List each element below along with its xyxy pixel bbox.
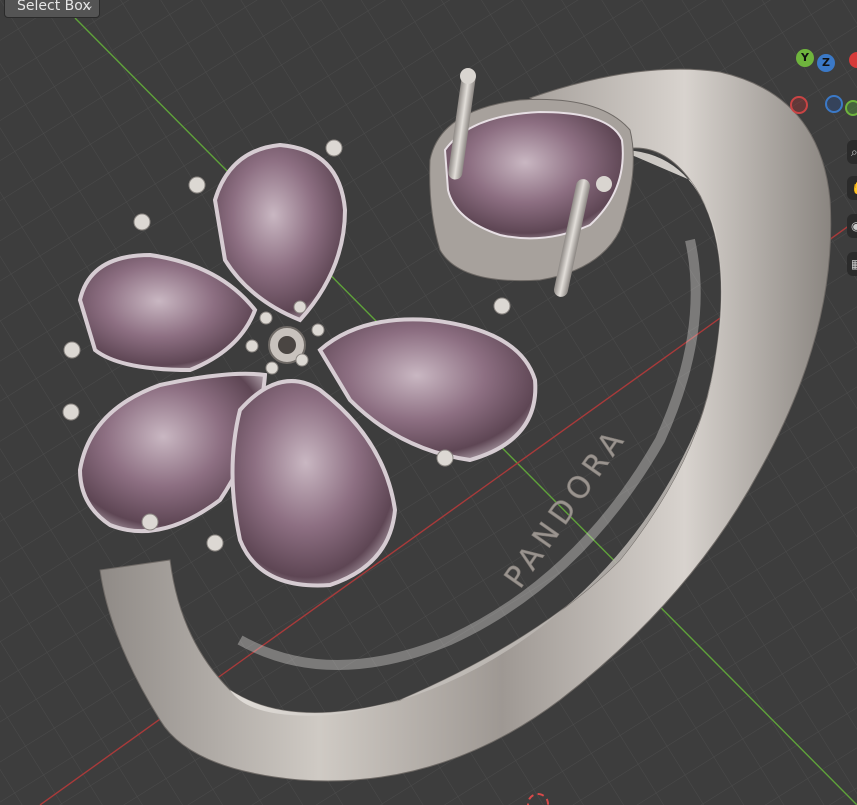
chevron-down-icon: ⌄ (84, 0, 94, 12)
camera-icon[interactable]: ◉ (847, 214, 857, 238)
zoom-icon[interactable]: ⌕ (847, 140, 857, 164)
3d-viewport[interactable]: PANDORA Select Box ⌄ Y Z ⌕ ◉ ▦ (0, 0, 857, 805)
gizmo-x-axis[interactable] (849, 52, 857, 68)
select-mode-label: Select Box (17, 0, 91, 14)
gizmo-y-label: Y (801, 51, 809, 64)
gizmo-neg-y-axis[interactable] (845, 100, 857, 116)
viewport-canvas[interactable]: PANDORA (0, 0, 857, 805)
navigation-gizmo[interactable]: Y Z (785, 44, 857, 120)
gizmo-z-axis[interactable]: Z (817, 54, 835, 72)
select-mode-dropdown[interactable]: Select Box ⌄ (4, 0, 100, 18)
gizmo-y-axis[interactable]: Y (796, 49, 814, 67)
perspective-icon[interactable]: ▦ (847, 252, 857, 276)
hand-icon[interactable]: ✋ (847, 176, 857, 200)
gizmo-neg-x-axis[interactable] (790, 96, 808, 114)
gizmo-neg-z-axis[interactable] (825, 95, 843, 113)
gizmo-z-label: Z (822, 56, 830, 69)
